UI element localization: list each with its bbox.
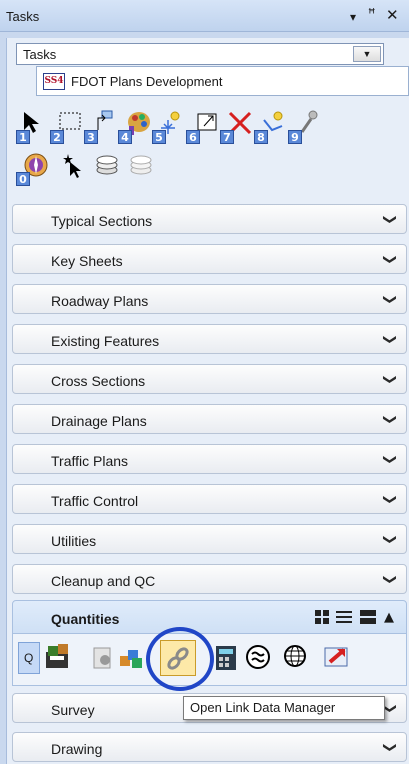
section-roadway-plans[interactable]: Roadway Plans ❯: [12, 284, 407, 314]
tool-layers-dark[interactable]: [88, 152, 122, 186]
section-label: Existing Features: [51, 333, 160, 349]
toolbox: 1 2 3 4 5 6 7 8 9 0: [16, 110, 318, 190]
tool-9-measure[interactable]: 9: [288, 110, 322, 144]
tool-5-manipulate[interactable]: 5: [152, 110, 186, 144]
globe-tool[interactable]: [282, 642, 310, 674]
section-label: Key Sheets: [51, 253, 123, 269]
section-cross-sections[interactable]: Cross Sections ❯: [12, 364, 407, 394]
key-badge-9: 9: [288, 130, 302, 144]
key-badge-2: 2: [50, 130, 64, 144]
chevron-down-icon: ❯: [382, 494, 398, 505]
chevron-down-icon: ❯: [382, 214, 398, 225]
tool-layers-light[interactable]: [122, 152, 156, 186]
section-utilities[interactable]: Utilities ❯: [12, 524, 407, 554]
tool-0-navigate[interactable]: 0: [16, 152, 50, 186]
key-badge-8: 8: [254, 130, 268, 144]
window-title: Tasks: [6, 9, 40, 24]
report-tool[interactable]: [90, 642, 118, 674]
title-bar: Tasks ▾ ꟸ ✕: [0, 0, 409, 32]
tool-4-attributes[interactable]: 4: [118, 110, 152, 144]
export-tool[interactable]: [322, 642, 350, 674]
globe-icon: [284, 645, 306, 667]
tool-1-select[interactable]: 1: [16, 110, 50, 144]
tooltip: Open Link Data Manager: [183, 696, 385, 720]
report-gear-icon: [93, 647, 111, 669]
approx-circle-icon: [246, 645, 270, 669]
close-icon[interactable]: ✕: [386, 6, 399, 24]
tool-3-move[interactable]: 3: [84, 110, 118, 144]
layers-icon: [96, 155, 118, 175]
section-drawing[interactable]: Drawing ❯: [12, 732, 407, 762]
highlight-circle: [146, 627, 214, 691]
chevron-down-icon: ❯: [382, 334, 398, 345]
key-badge-3: 3: [84, 130, 98, 144]
subtask-label: FDOT Plans Development: [71, 74, 223, 89]
q-key-badge[interactable]: Q: [18, 642, 40, 674]
section-typical-sections[interactable]: Typical Sections ❯: [12, 204, 407, 234]
view-mode-group: [311, 610, 376, 627]
key-badge-5: 5: [152, 130, 166, 144]
section-label: Traffic Plans: [51, 453, 129, 469]
key-badge-0: 0: [16, 172, 30, 186]
pin-icon[interactable]: ꟸ: [368, 6, 376, 24]
section-label: Cleanup and QC: [51, 573, 156, 589]
colored-blocks-icon: [120, 650, 142, 668]
key-badge-7: 7: [220, 130, 234, 144]
chevron-down-icon: ❯: [382, 294, 398, 305]
calculator-tool[interactable]: [212, 642, 240, 674]
task-selector[interactable]: Tasks ▼: [16, 43, 384, 65]
section-key-sheets[interactable]: Key Sheets ❯: [12, 244, 407, 274]
chevron-down-icon: ❯: [382, 454, 398, 465]
chevron-down-icon: ❯: [382, 742, 398, 753]
detail-view-icon[interactable]: [360, 610, 376, 627]
section-label: Survey: [51, 702, 95, 718]
section-drainage-plans[interactable]: Drainage Plans ❯: [12, 404, 407, 434]
section-label: Utilities: [51, 533, 97, 549]
export-arrow-icon: [324, 647, 348, 667]
section-label: Drawing: [51, 741, 103, 757]
section-traffic-plans[interactable]: Traffic Plans ❯: [12, 444, 407, 474]
section-quantities[interactable]: Quantities ▲: [12, 600, 407, 634]
tool-6-modify[interactable]: 6: [186, 110, 220, 144]
dropdown-icon[interactable]: ▾: [350, 8, 356, 26]
subtask-fdot-plans[interactable]: SS4 FDOT Plans Development: [36, 66, 409, 96]
q-key-label: Q: [24, 651, 34, 665]
section-label: Quantities: [51, 611, 120, 627]
tool-8-place[interactable]: 8: [254, 110, 288, 144]
components-tool[interactable]: [118, 642, 146, 674]
section-label: Drainage Plans: [51, 413, 147, 429]
section-traffic-control[interactable]: Traffic Control ❯: [12, 484, 407, 514]
calculator-icon: [216, 646, 236, 670]
approximate-tool[interactable]: [244, 642, 272, 674]
section-existing-features[interactable]: Existing Features ❯: [12, 324, 407, 354]
section-label: Traffic Control: [51, 493, 139, 509]
list-view-icon[interactable]: [336, 610, 353, 627]
chevron-up-icon: ▲: [384, 610, 394, 625]
task-selector-value: Tasks: [23, 47, 57, 62]
star-pointer-icon: [63, 154, 81, 178]
key-badge-4: 4: [118, 130, 132, 144]
section-cleanup-qc[interactable]: Cleanup and QC ❯: [12, 564, 407, 594]
grid-view-icon[interactable]: [314, 610, 329, 627]
chevron-down-icon: ❯: [382, 534, 398, 545]
tool-2-fence[interactable]: 2: [50, 110, 84, 144]
key-badge-6: 6: [186, 130, 200, 144]
pay-item-icon: [46, 644, 68, 668]
chevron-down-icon: ❯: [382, 574, 398, 585]
chevron-down-icon: ❯: [382, 374, 398, 385]
chevron-down-icon: ❯: [382, 254, 398, 265]
tool-7-delete[interactable]: 7: [220, 110, 254, 144]
chevron-down-icon[interactable]: ▼: [353, 46, 381, 62]
pay-item-tool[interactable]: [44, 642, 72, 674]
section-label: Typical Sections: [51, 213, 153, 229]
fdot-logo-icon: SS4: [43, 73, 65, 90]
chevron-down-icon: ❯: [382, 414, 398, 425]
key-badge-1: 1: [16, 130, 30, 144]
section-label: Roadway Plans: [51, 293, 149, 309]
layers-faded-icon: [130, 155, 152, 175]
tool-select-all[interactable]: [54, 152, 88, 186]
section-label: Cross Sections: [51, 373, 146, 389]
